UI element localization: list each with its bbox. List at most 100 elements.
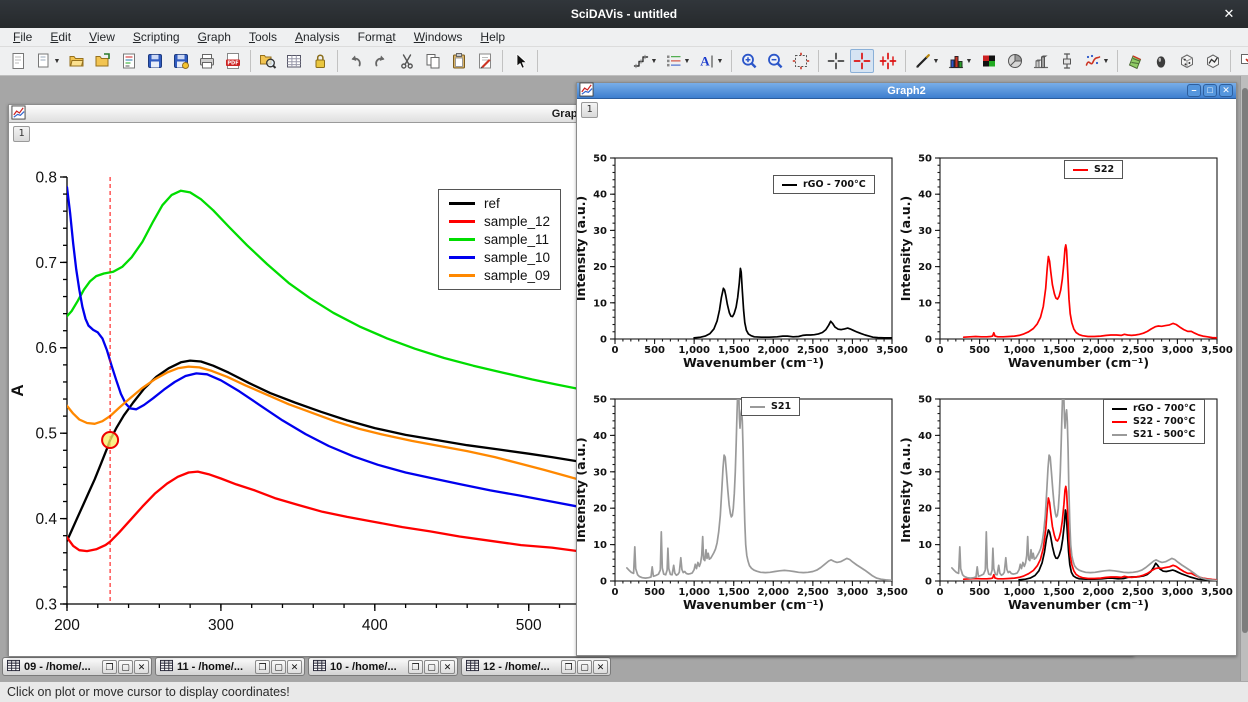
paste-icon[interactable] [447, 49, 471, 73]
tab-close-icon[interactable]: ✕ [593, 660, 608, 674]
new-project-icon[interactable] [6, 49, 30, 73]
plot-3d-trajectory-icon[interactable] [1201, 49, 1225, 73]
menu-item-help[interactable]: Help [471, 28, 514, 46]
svg-text:0: 0 [612, 345, 619, 356]
export-pdf-icon[interactable]: PDF [221, 49, 245, 73]
tab-maximize-icon[interactable]: ▢ [577, 660, 592, 674]
tab-maximize-icon[interactable]: ▢ [271, 660, 286, 674]
close-window-icon[interactable]: ✕ [1219, 84, 1233, 97]
curve-style-icon[interactable]: ▼ [629, 49, 660, 73]
maximize-window-icon[interactable]: □ [1203, 84, 1217, 97]
tab-maximize-icon[interactable]: ▢ [118, 660, 133, 674]
plot-pie-icon[interactable] [1003, 49, 1027, 73]
menu-item-view[interactable]: View [80, 28, 124, 46]
menu-item-analysis[interactable]: Analysis [286, 28, 349, 46]
raman-s21-legend[interactable]: S21 [741, 397, 800, 416]
svg-text:0.5: 0.5 [35, 426, 57, 443]
data-reader-icon[interactable] [850, 49, 874, 73]
tab-close-icon[interactable]: ✕ [134, 660, 149, 674]
open-project-icon[interactable] [65, 49, 89, 73]
menu-item-scripting[interactable]: Scripting [124, 28, 189, 46]
raman-combined-legend[interactable]: rGO - 700°CS22 - 700°CS21 - 500°C [1103, 399, 1205, 444]
plot-box-icon[interactable] [1055, 49, 1079, 73]
draw-line-icon[interactable]: ▼ [911, 49, 942, 73]
legend-label: S21 [771, 401, 791, 412]
zoom-in-icon[interactable] [737, 49, 761, 73]
raman-plots[interactable]: 05001,0001,5002,0002,5003,0003,500010203… [577, 99, 1236, 655]
tab-close-icon[interactable]: ✕ [440, 660, 455, 674]
window-titlebar: SciDAVis - untitled ✕ [0, 0, 1248, 28]
import-template-icon[interactable] [91, 49, 115, 73]
minimized-window-tab[interactable]: 12 - /home/...❐▢✕ [461, 657, 611, 676]
raman-rgo-legend[interactable]: rGO - 700°C [773, 175, 875, 194]
zoom-out-icon[interactable] [763, 49, 787, 73]
plot-3d-scatter-icon[interactable] [1175, 49, 1199, 73]
toolbar-separator [1117, 50, 1118, 72]
menu-item-file[interactable]: File [4, 28, 41, 46]
plot-bars-icon[interactable]: ▼ [944, 49, 975, 73]
screen-reader-icon[interactable] [824, 49, 848, 73]
select-range-icon[interactable] [876, 49, 900, 73]
svg-text:40: 40 [918, 190, 932, 201]
tab-restore-icon[interactable]: ❐ [102, 660, 117, 674]
graph2-titlebar[interactable]: Graph2 –□✕ [577, 83, 1236, 99]
pointer-icon[interactable] [508, 49, 532, 73]
new-table-icon[interactable] [282, 49, 306, 73]
legend-label: S22 - 700°C [1133, 416, 1195, 427]
fit-wizard-icon[interactable]: ▼ [1081, 49, 1112, 73]
annotate-icon[interactable] [473, 49, 497, 73]
toolbar-separator [537, 50, 538, 72]
menu-item-format[interactable]: Format [349, 28, 405, 46]
print-icon[interactable] [195, 49, 219, 73]
undo-icon[interactable] [343, 49, 367, 73]
plot-3d-surface-icon[interactable] [1123, 49, 1147, 73]
tab-maximize-icon[interactable]: ▢ [424, 660, 439, 674]
menu-item-tools[interactable]: Tools [240, 28, 286, 46]
scrollbar-thumb[interactable] [1242, 88, 1248, 633]
menu-item-graph[interactable]: Graph [189, 28, 240, 46]
plot-3d-blob-icon[interactable] [1149, 49, 1173, 73]
save-template-icon[interactable] [169, 49, 193, 73]
import-ascii-icon[interactable] [117, 49, 141, 73]
svg-text:0: 0 [937, 587, 944, 598]
tab-restore-icon[interactable]: ❐ [255, 660, 270, 674]
graph2-canvas[interactable]: 1 05001,0001,5002,0002,5003,0003,5000102… [577, 99, 1236, 655]
menu-item-edit[interactable]: Edit [41, 28, 80, 46]
plot-3d-bars-icon[interactable] [1029, 49, 1053, 73]
tab-restore-icon[interactable]: ❐ [561, 660, 576, 674]
svg-text:10: 10 [918, 298, 932, 309]
resize-layer-icon[interactable] [1236, 49, 1248, 73]
redo-icon[interactable] [369, 49, 393, 73]
save-project-icon[interactable] [143, 49, 167, 73]
minimized-window-tab[interactable]: 10 - /home/...❐▢✕ [308, 657, 458, 676]
legend-entry: S22 - 700°C [1112, 416, 1196, 427]
svg-text:50: 50 [593, 395, 607, 406]
lock-icon[interactable] [308, 49, 332, 73]
project-explorer-icon[interactable] [256, 49, 280, 73]
minimized-window-tab[interactable]: 11 - /home/...❐▢✕ [155, 657, 305, 676]
window-close-icon[interactable]: ✕ [1220, 6, 1238, 22]
text-style-icon[interactable]: A▼ [695, 49, 726, 73]
layer-button[interactable]: 1 [581, 102, 598, 118]
graph2-window-buttons: –□✕ [1187, 84, 1233, 97]
list-style-icon[interactable]: ▼ [662, 49, 693, 73]
menu-item-windows[interactable]: Windows [405, 28, 472, 46]
raman-s22-legend[interactable]: S22 [1064, 160, 1123, 179]
minimize-window-icon[interactable]: – [1187, 84, 1201, 97]
tab-close-icon[interactable]: ✕ [287, 660, 302, 674]
workspace-scrollbar[interactable] [1240, 76, 1248, 681]
new-aspect-icon[interactable]: ▼ [32, 49, 63, 73]
copy-icon[interactable] [421, 49, 445, 73]
plot-matrix-icon[interactable] [977, 49, 1001, 73]
legend-label: sample_12 [484, 214, 550, 229]
layer-button[interactable]: 1 [13, 126, 30, 142]
table-icon [313, 659, 326, 675]
uvvis-legend[interactable]: refsample_12sample_11sample_10sample_09 [438, 189, 561, 290]
tab-restore-icon[interactable]: ❐ [408, 660, 423, 674]
legend-label: rGO - 700°C [1133, 403, 1196, 414]
cut-icon[interactable] [395, 49, 419, 73]
minimized-window-tab[interactable]: 09 - /home/...❐▢✕ [2, 657, 152, 676]
rescale-axes-icon[interactable] [789, 49, 813, 73]
svg-text:500: 500 [969, 587, 990, 598]
svg-text:400: 400 [362, 617, 388, 634]
